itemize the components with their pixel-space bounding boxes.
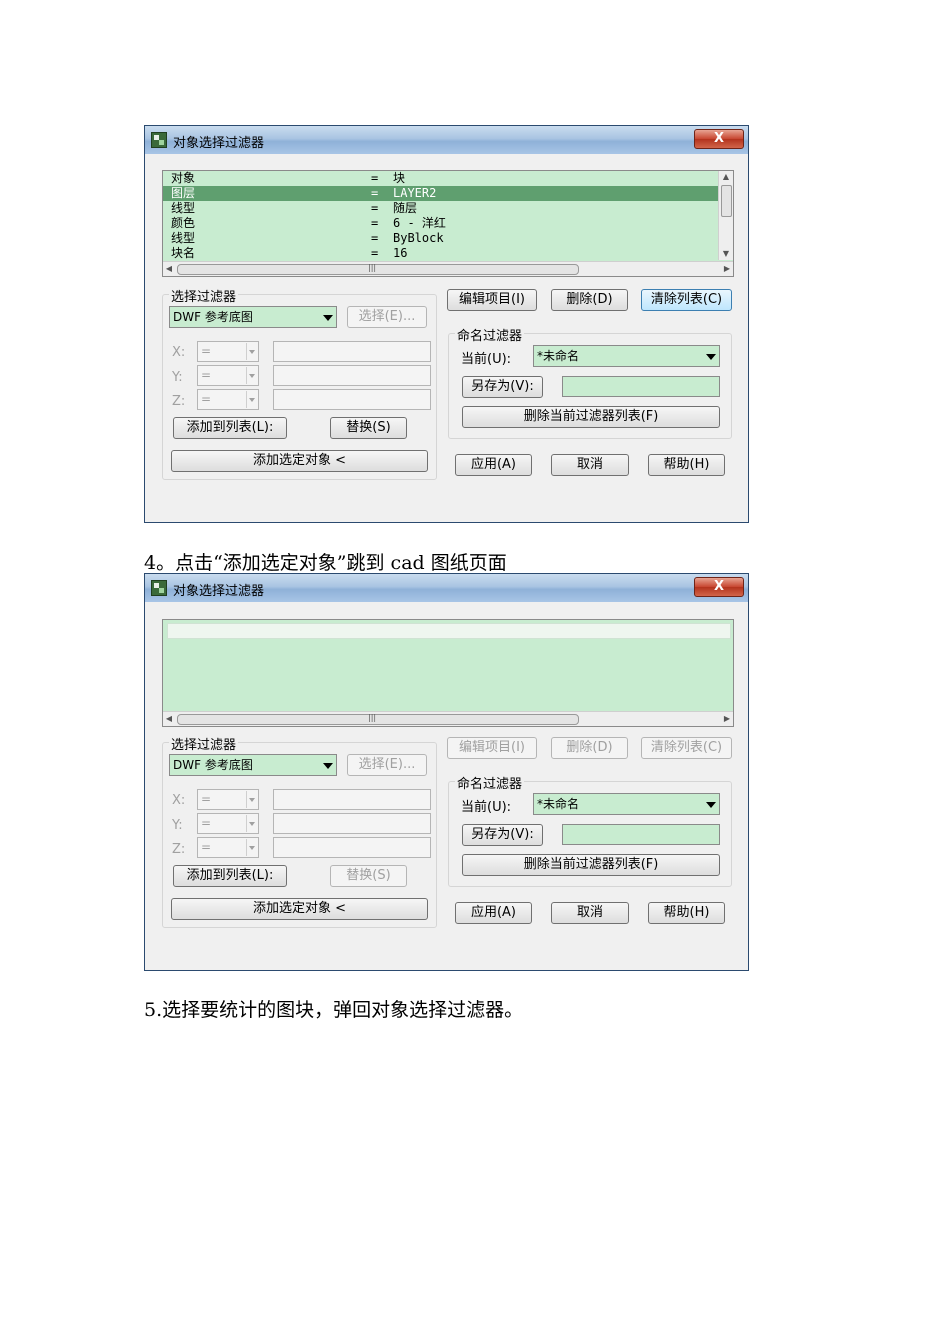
- chevron-down-icon: [706, 354, 716, 360]
- chevron-down-icon: [246, 367, 257, 384]
- scroll-grip-icon: |||: [368, 713, 377, 722]
- add-to-list-button[interactable]: 添加到列表(L):: [173, 865, 287, 887]
- scroll-right-icon[interactable]: ▶: [721, 262, 733, 276]
- filter-app-icon: [151, 132, 167, 148]
- select-filter-legend: 选择过滤器: [169, 734, 239, 753]
- filter-type-combo[interactable]: DWF 参考底图: [169, 754, 337, 776]
- scroll-up-icon[interactable]: ▲: [719, 171, 733, 183]
- z-label: Z:: [172, 842, 186, 857]
- z-operator-combo[interactable]: =: [197, 837, 259, 858]
- apply-button[interactable]: 应用(A): [455, 902, 532, 924]
- close-button[interactable]: X: [694, 129, 744, 149]
- select-button[interactable]: 选择(E)...: [347, 754, 427, 776]
- y-operator-combo[interactable]: =: [197, 365, 259, 386]
- chevron-down-icon: [246, 791, 257, 808]
- title-bar[interactable]: 对象选择过滤器 X: [145, 126, 748, 154]
- filter-type-combo[interactable]: DWF 参考底图: [169, 306, 337, 328]
- object-selection-filter-dialog: 对象选择过滤器 X 对象 = 块 图层 = LAYER2 线型 = 随层 颜色 …: [144, 125, 749, 523]
- empty-list-row[interactable]: [167, 623, 731, 639]
- filter-list-empty[interactable]: ◀ ||| ▶: [162, 619, 734, 727]
- delete-current-filter-list-button[interactable]: 删除当前过滤器列表(F): [462, 406, 720, 428]
- cancel-button[interactable]: 取消: [551, 454, 629, 476]
- x-value-field[interactable]: [273, 341, 431, 362]
- scroll-down-icon[interactable]: ▼: [719, 248, 733, 260]
- z-label: Z:: [172, 394, 186, 409]
- z-operator-combo[interactable]: =: [197, 389, 259, 410]
- current-label: 当前(U):: [461, 352, 512, 367]
- edit-item-button[interactable]: 编辑项目(I): [447, 289, 537, 311]
- add-selected-object-button[interactable]: 添加选定对象 <: [171, 898, 428, 920]
- replace-button[interactable]: 替换(S): [330, 865, 407, 887]
- y-label: Y:: [172, 370, 183, 385]
- x-operator-combo[interactable]: =: [197, 341, 259, 362]
- filter-app-icon: [151, 580, 167, 596]
- scroll-left-icon[interactable]: ◀: [163, 262, 175, 276]
- x-label: X:: [172, 345, 186, 360]
- list-row[interactable]: 颜色 = 6 - 洋红: [163, 216, 733, 231]
- clear-list-button[interactable]: 清除列表(C): [641, 289, 732, 311]
- chevron-down-icon: [246, 839, 257, 856]
- list-row[interactable]: 块名 = 16: [163, 246, 733, 261]
- help-button[interactable]: 帮助(H): [648, 902, 725, 924]
- horizontal-scrollbar[interactable]: ◀ ||| ▶: [163, 261, 733, 276]
- scroll-grip-icon: |||: [368, 263, 377, 272]
- y-operator-combo[interactable]: =: [197, 813, 259, 834]
- save-as-button[interactable]: 另存为(V):: [462, 376, 543, 398]
- select-button[interactable]: 选择(E)...: [347, 306, 427, 328]
- horizontal-scrollbar[interactable]: ◀ ||| ▶: [163, 711, 733, 726]
- save-as-name-field[interactable]: [562, 824, 720, 845]
- edit-item-button[interactable]: 编辑项目(I): [447, 737, 537, 759]
- chevron-down-icon: [706, 802, 716, 808]
- scroll-right-icon[interactable]: ▶: [721, 712, 733, 726]
- named-filter-legend: 命名过滤器: [455, 773, 525, 792]
- current-filter-combo[interactable]: *未命名: [533, 345, 720, 367]
- chevron-down-icon: [323, 315, 333, 321]
- x-label: X:: [172, 793, 186, 808]
- current-label: 当前(U):: [461, 800, 512, 815]
- x-value-field[interactable]: [273, 789, 431, 810]
- add-to-list-button[interactable]: 添加到列表(L):: [173, 417, 287, 439]
- title-bar[interactable]: 对象选择过滤器 X: [145, 574, 748, 602]
- delete-button[interactable]: 删除(D): [551, 289, 628, 311]
- cancel-button[interactable]: 取消: [551, 902, 629, 924]
- list-row[interactable]: 线型 = ByBlock: [163, 231, 733, 246]
- chevron-down-icon: [246, 391, 257, 408]
- chevron-down-icon: [246, 343, 257, 360]
- z-value-field[interactable]: [273, 837, 431, 858]
- save-as-name-field[interactable]: [562, 376, 720, 397]
- y-value-field[interactable]: [273, 813, 431, 834]
- filter-list[interactable]: 对象 = 块 图层 = LAYER2 线型 = 随层 颜色 = 6 - 洋红 线…: [162, 170, 734, 277]
- clear-list-button[interactable]: 清除列表(C): [641, 737, 732, 759]
- chevron-down-icon: [323, 763, 333, 769]
- list-row-selected[interactable]: 图层 = LAYER2: [163, 186, 733, 201]
- current-filter-combo[interactable]: *未命名: [533, 793, 720, 815]
- list-row[interactable]: 对象 = 块: [163, 171, 733, 186]
- named-filter-legend: 命名过滤器: [455, 325, 525, 344]
- scroll-left-icon[interactable]: ◀: [163, 712, 175, 726]
- close-button[interactable]: X: [694, 577, 744, 597]
- scroll-thumb[interactable]: [721, 185, 732, 217]
- list-row[interactable]: 线型 = 随层: [163, 201, 733, 216]
- y-value-field[interactable]: [273, 365, 431, 386]
- replace-button[interactable]: 替换(S): [330, 417, 407, 439]
- save-as-button[interactable]: 另存为(V):: [462, 824, 543, 846]
- apply-button[interactable]: 应用(A): [455, 454, 532, 476]
- help-button[interactable]: 帮助(H): [648, 454, 725, 476]
- scroll-thumb[interactable]: [177, 264, 579, 275]
- delete-button[interactable]: 删除(D): [551, 737, 628, 759]
- z-value-field[interactable]: [273, 389, 431, 410]
- chevron-down-icon: [246, 815, 257, 832]
- x-operator-combo[interactable]: =: [197, 789, 259, 810]
- dialog-title: 对象选择过滤器: [173, 136, 265, 151]
- step-5-text: 5.选择要统计的图块，弹回对象选择过滤器。: [144, 999, 524, 1021]
- vertical-scrollbar[interactable]: ▲ ▼: [718, 171, 733, 260]
- dialog-title: 对象选择过滤器: [173, 584, 265, 599]
- step-4-text: 4。点击“添加选定对象”跳到 cad 图纸页面: [144, 552, 507, 574]
- object-selection-filter-dialog-empty: 对象选择过滤器 X ◀ ||| ▶ 选择过滤器 DWF 参考底图 选择(E)..…: [144, 573, 749, 971]
- delete-current-filter-list-button[interactable]: 删除当前过滤器列表(F): [462, 854, 720, 876]
- add-selected-object-button[interactable]: 添加选定对象 <: [171, 450, 428, 472]
- select-filter-legend: 选择过滤器: [169, 286, 239, 305]
- scroll-thumb[interactable]: [177, 714, 579, 725]
- y-label: Y:: [172, 818, 183, 833]
